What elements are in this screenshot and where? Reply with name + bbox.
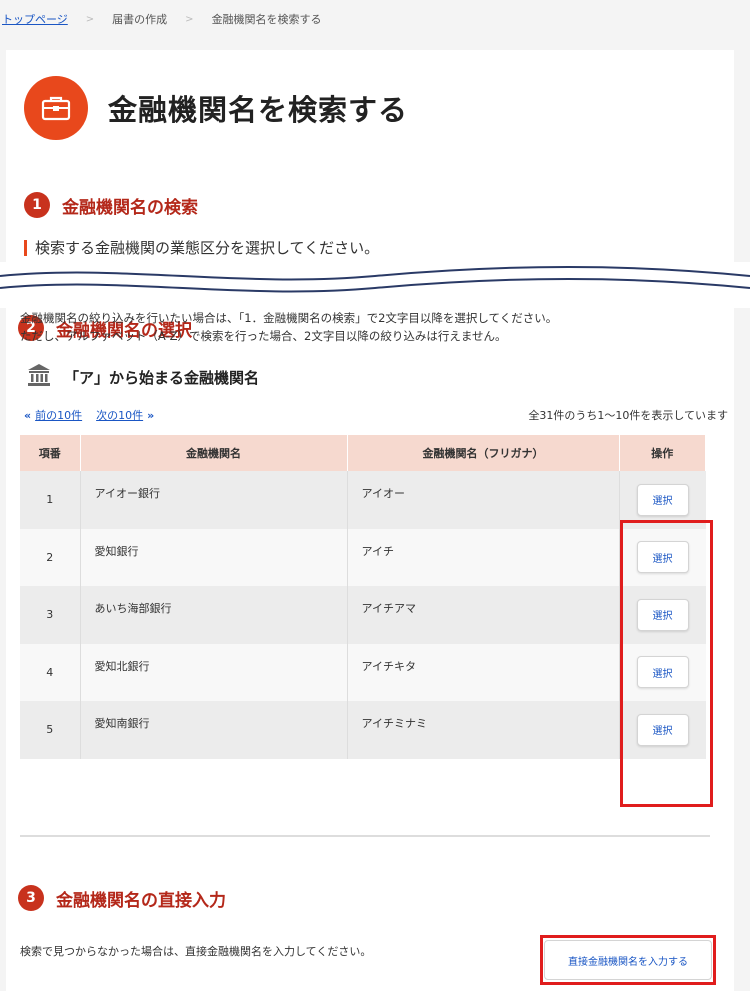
row-number: 4: [20, 643, 80, 701]
result-count: 全31件のうち1〜10件を表示しています: [528, 409, 728, 422]
row-number: 2: [20, 528, 80, 586]
double-chevron-left-icon: «: [24, 408, 32, 422]
page-header: 金融機関名を検索する: [24, 76, 408, 140]
bank-name-kana: アイチキタ: [346, 643, 619, 701]
content-break-wave: [0, 262, 750, 308]
breadcrumb-home-link[interactable]: トップページ: [2, 11, 68, 27]
step-number-3: 3: [18, 885, 44, 911]
row-number: 1: [20, 471, 80, 529]
section-divider: [20, 835, 710, 837]
breadcrumb-current: 金融機関名を検索する: [211, 13, 322, 26]
table-row: 2 愛知銀行 アイチ 選択: [20, 528, 706, 586]
table-row: 5 愛知南銀行 アイチミナミ 選択: [20, 701, 706, 759]
column-header-number: 項番: [20, 435, 81, 471]
table-row: 4 愛知北銀行 アイチキタ 選択: [20, 643, 706, 701]
next-page-link[interactable]: 次の10件: [96, 407, 143, 423]
prev-page-link[interactable]: 前の10件: [35, 407, 82, 423]
breadcrumb-parent: 届書の作成: [112, 13, 168, 26]
bank-name: 愛知北銀行: [79, 643, 347, 701]
double-chevron-right-icon: »: [147, 408, 155, 422]
bank-name-kana: アイチ: [346, 528, 619, 586]
section-3-description: 検索で見つからなかった場合は、直接金融機関名を入力してください。: [20, 945, 372, 958]
section-2-description: 金融機関名の絞り込みを行いたい場合は、「1．金融機関名の検索」で2文字目以降を選…: [20, 309, 557, 345]
result-subheading: 「ア」から始まる金融機関名: [26, 362, 259, 392]
breadcrumb-separator: >: [85, 13, 95, 25]
section-1-heading: 1 金融機関名の検索: [24, 192, 198, 218]
page-title: 金融機関名を検索する: [108, 93, 409, 127]
column-header-name: 金融機関名: [80, 435, 348, 471]
column-header-kana: 金融機関名（フリガナ）: [347, 435, 620, 471]
bank-name: 愛知南銀行: [79, 701, 347, 759]
select-button[interactable]: 選択: [636, 483, 689, 516]
table-row: 1 アイオー銀行 アイオー 選択: [20, 471, 706, 529]
breadcrumb: トップページ > 届書の作成 > 金融機関名を検索する: [0, 0, 750, 38]
section-3-heading: 3 金融機関名の直接入力: [18, 885, 226, 911]
bank-name-kana: アイオー: [346, 471, 619, 529]
breadcrumb-separator: >: [185, 13, 194, 25]
pagination: « 前の10件 次の10件 »: [20, 407, 158, 423]
bank-name-kana: アイチミナミ: [346, 701, 619, 759]
bank-name-kana: アイチアマ: [346, 586, 619, 644]
bank-name: 愛知銀行: [79, 528, 347, 586]
description-line: ただし、アルファベット（A-Z）で検索を行った場合、2文字目以降の絞り込みは行え…: [20, 329, 507, 343]
section-1-title: 金融機関名の検索: [62, 197, 198, 218]
bank-icon: [26, 362, 52, 392]
highlight-box-select-buttons: [620, 520, 713, 807]
description-line: 金融機関名の絞り込みを行いたい場合は、「1．金融機関名の検索」で2文字目以降を選…: [20, 311, 558, 325]
table-row: 3 あいち海部銀行 アイチアマ 選択: [20, 586, 706, 644]
highlight-box-direct-input: [540, 935, 716, 985]
step-number-1: 1: [24, 192, 50, 218]
bank-name: あいち海部銀行: [79, 586, 347, 644]
bank-results-table: 項番 金融機関名 金融機関名（フリガナ） 操作 1 アイオー銀行 アイオー 選択…: [20, 435, 706, 759]
section-1-instruction: 検索する金融機関の業態区分を選択してください。: [24, 240, 379, 256]
bank-name: アイオー銀行: [79, 471, 347, 529]
section-3-title: 金融機関名の直接入力: [56, 890, 226, 911]
row-number: 3: [20, 586, 80, 644]
table-header-row: 項番 金融機関名 金融機関名（フリガナ） 操作: [20, 435, 706, 471]
column-header-action: 操作: [619, 435, 706, 471]
briefcase-icon: [24, 76, 88, 140]
row-number: 5: [20, 701, 80, 759]
result-subheading-title: 「ア」から始まる金融機関名: [64, 368, 260, 387]
